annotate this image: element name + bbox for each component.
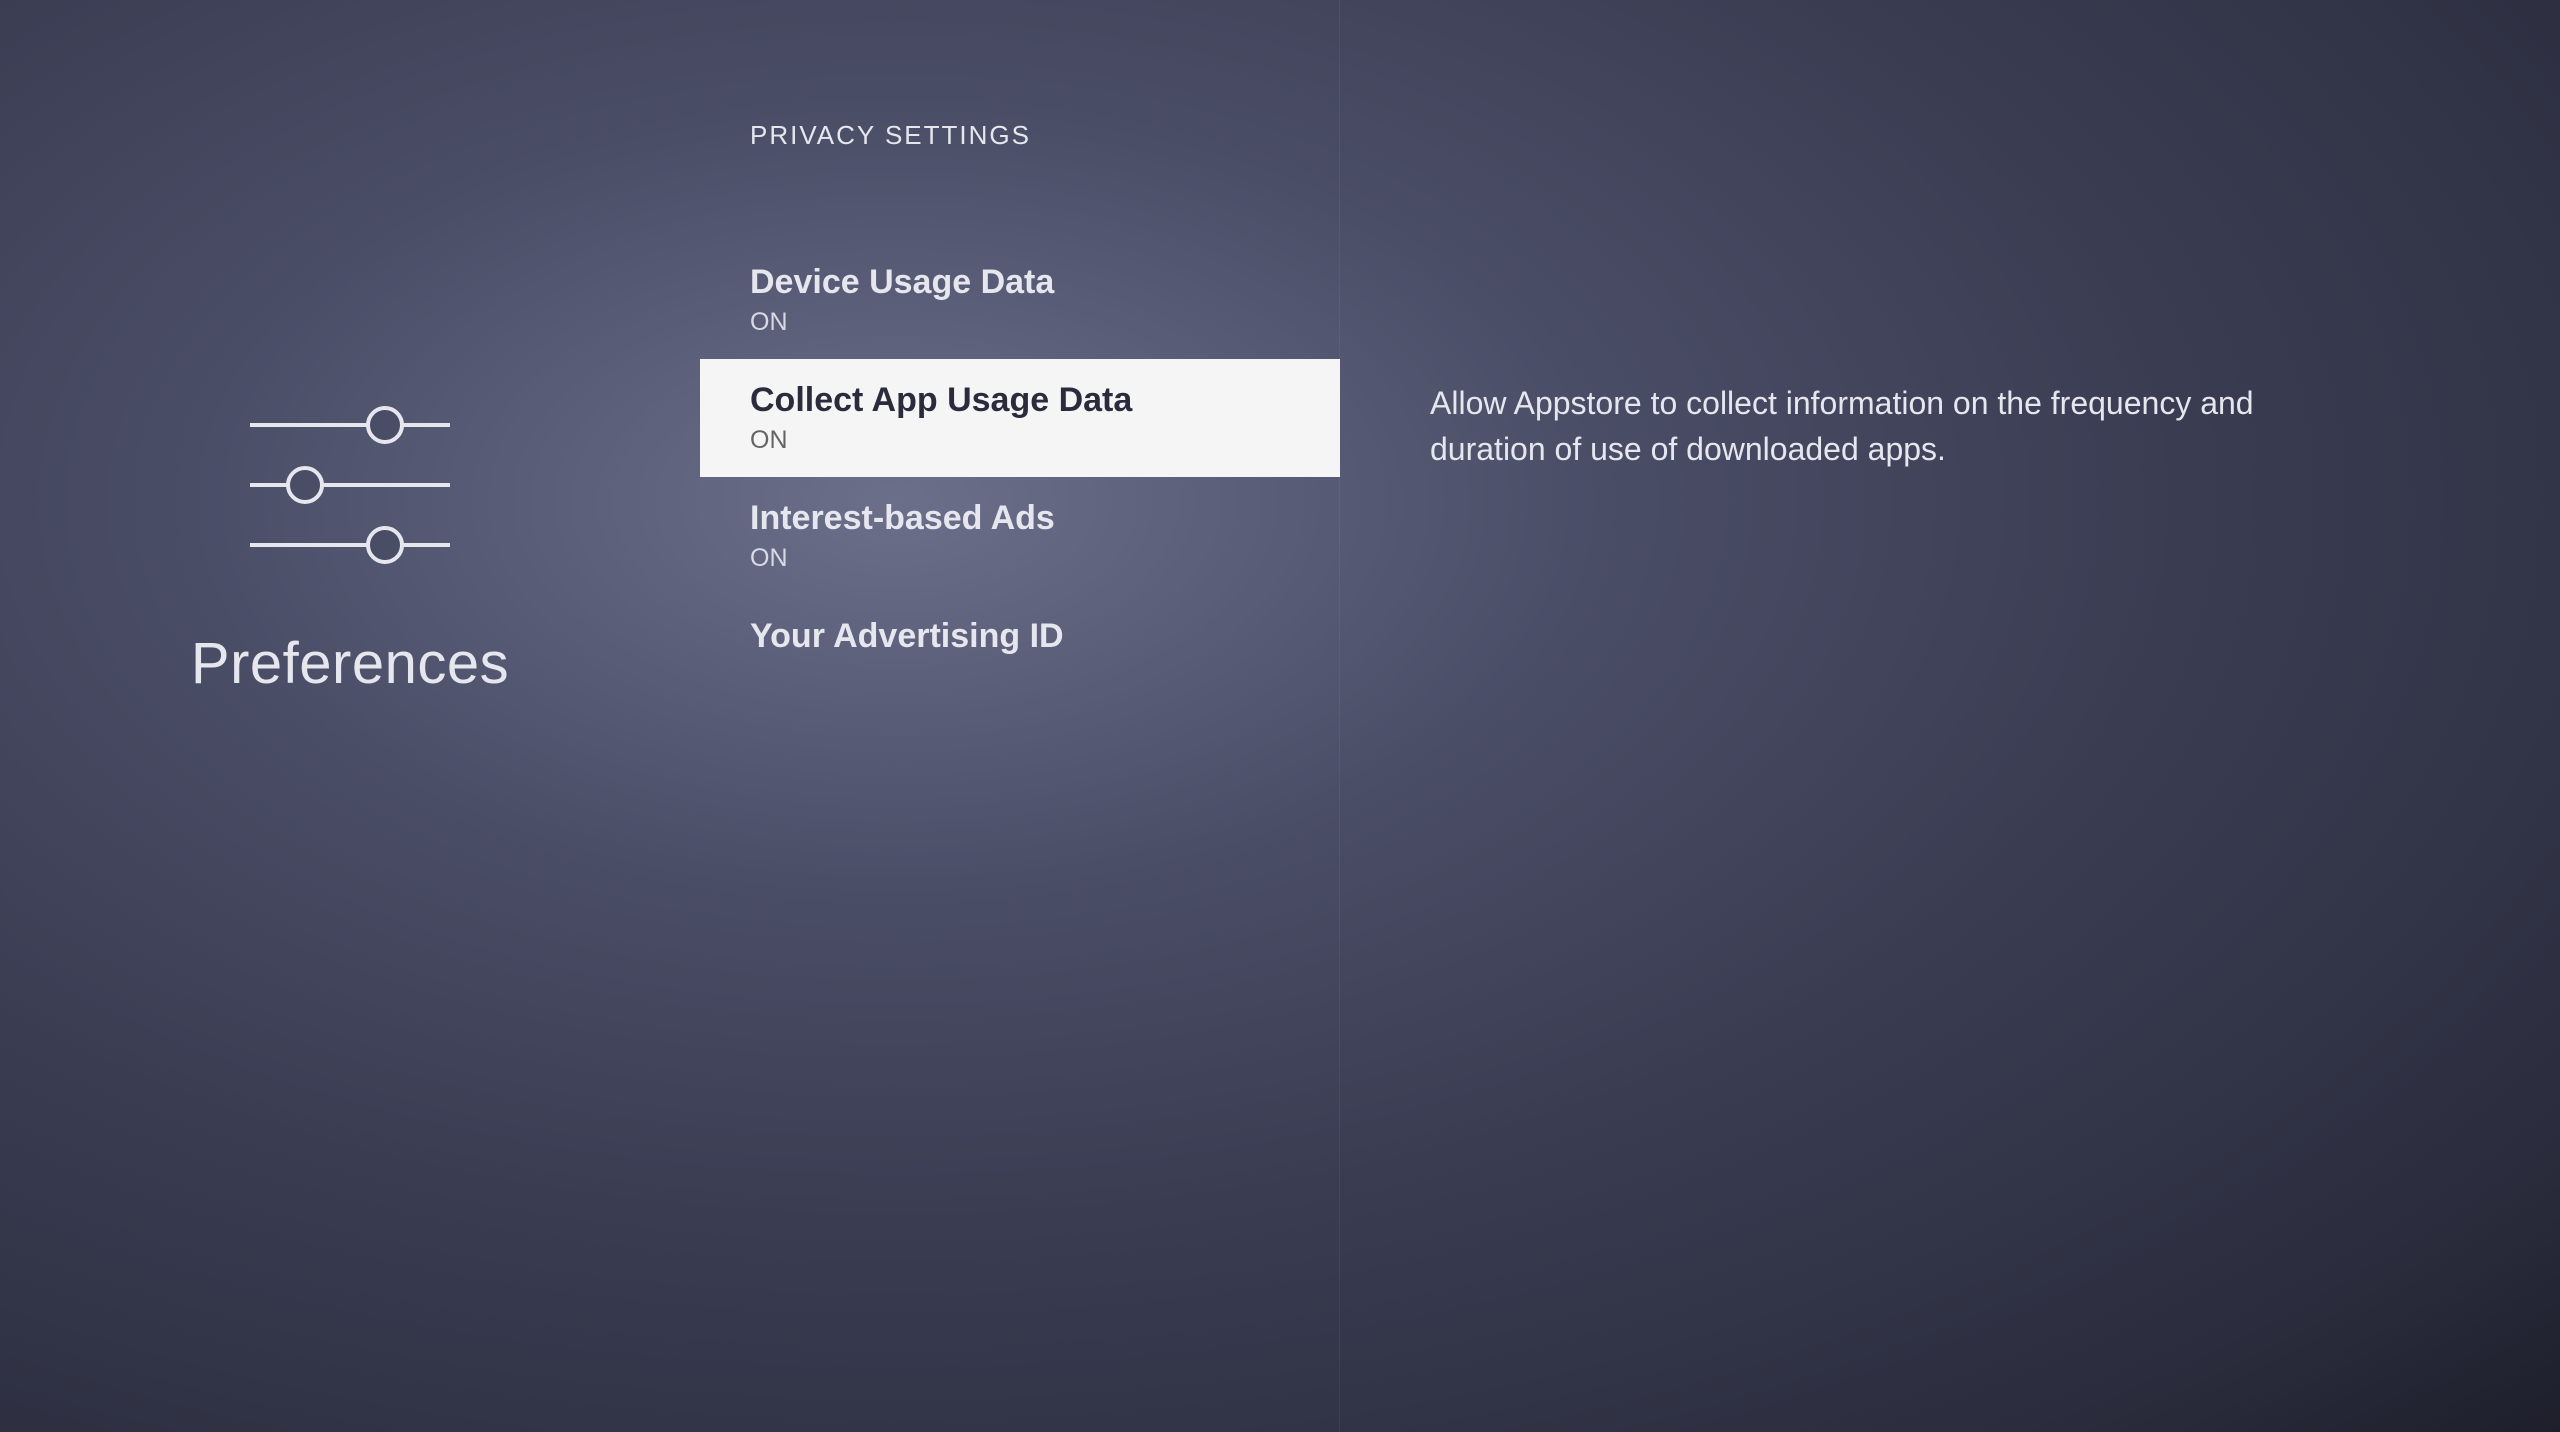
menu-item-status: ON	[750, 308, 1290, 337]
left-panel-title: Preferences	[191, 630, 509, 697]
menu-item-title: Device Usage Data	[750, 263, 1290, 302]
menu-item-title: Collect App Usage Data	[750, 381, 1290, 420]
menu-item-title: Interest-based Ads	[750, 499, 1290, 538]
menu-item-interest-based-ads[interactable]: Interest-based Ads ON	[700, 477, 1340, 595]
menu-item-title: Your Advertising ID	[750, 617, 1290, 656]
description-panel: Allow Appstore to collect information on…	[1340, 0, 2560, 1432]
menu-item-collect-app-usage-data[interactable]: Collect App Usage Data ON	[700, 359, 1340, 477]
menu-item-status: ON	[750, 426, 1290, 455]
section-header: PRIVACY SETTINGS	[700, 120, 1340, 151]
menu-item-device-usage-data[interactable]: Device Usage Data ON	[700, 241, 1340, 359]
sliders-icon	[240, 400, 460, 570]
menu-item-status: ON	[750, 544, 1290, 573]
settings-list: PRIVACY SETTINGS Device Usage Data ON Co…	[700, 0, 1340, 1432]
menu-item-your-advertising-id[interactable]: Your Advertising ID	[700, 595, 1340, 684]
left-panel: Preferences	[0, 0, 700, 1432]
description-text: Allow Appstore to collect information on…	[1430, 380, 2280, 473]
